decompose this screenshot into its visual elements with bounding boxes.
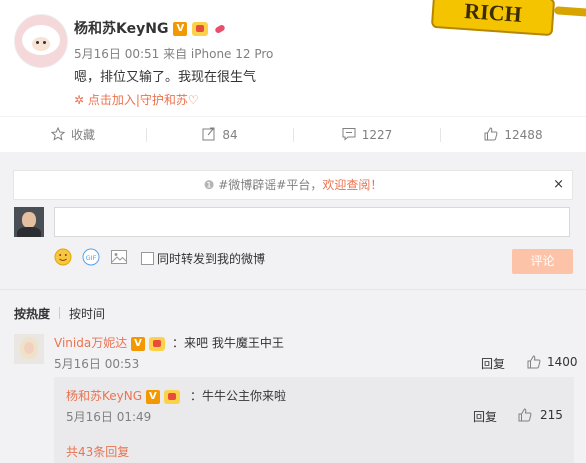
thumbs-up-icon[interactable] (518, 408, 532, 422)
sort-divider (59, 307, 60, 319)
author-name[interactable]: 杨和苏KeyNG (74, 21, 168, 37)
post-text: 嗯，排位又输了。我现在很生气 (74, 70, 257, 85)
commenter-avatar[interactable] (14, 334, 44, 364)
favorite-label: 收藏 (70, 128, 95, 142)
verified-badge-icon: V (145, 389, 160, 404)
like-button[interactable]: 12488 (441, 117, 586, 153)
post-action-bar: 收藏 84 1227 12488 (0, 116, 586, 153)
verified-badge-icon: V (173, 22, 188, 36)
thumbs-up-icon (484, 127, 498, 141)
candy-badge-icon[interactable] (213, 22, 227, 36)
sync-repost-label[interactable]: 同时转发到我的微博 (157, 250, 265, 267)
avatar-eye (43, 41, 46, 44)
my-avatar-face (22, 212, 36, 228)
close-icon[interactable]: × (553, 171, 564, 199)
sort-by-hot-tab[interactable]: 按热度 (14, 305, 50, 322)
commenter-avatar-face (24, 342, 34, 354)
sort-by-time-tab[interactable]: 按时间 (69, 305, 105, 322)
my-avatar-body (17, 227, 41, 237)
comment-input[interactable] (54, 207, 570, 237)
weibo-post: 杨和苏KeyNG V RICH 5月16日 00:51 来自 iPhone 12… (0, 0, 586, 116)
gif-icon[interactable]: GIF (82, 248, 100, 266)
rich-card-badge: RICH (430, 0, 556, 37)
author-avatar[interactable] (14, 14, 68, 68)
avatar-sheep-face (32, 37, 50, 51)
vip-crown-icon[interactable] (148, 336, 165, 351)
sub-comment-like-count: 215 (540, 408, 563, 422)
join-fan-group-link[interactable]: ✲ 点击加入|守护和苏♡ (74, 91, 199, 108)
sub-comment-text: ：牛牛公主你来啦 (190, 389, 287, 403)
sub-reply-button[interactable]: 回复 (473, 408, 497, 425)
view-more-replies-link[interactable]: 共43条回复 (66, 443, 129, 460)
verified-badge-icon: V (131, 336, 146, 351)
comment-button[interactable]: 1227 (294, 117, 440, 153)
comment-text: ：来吧 我牛魔王中王 (172, 336, 284, 350)
notice-hashtag[interactable]: #微博辟谣#平台， (218, 178, 322, 192)
star-icon (50, 127, 65, 141)
sub-commenter-name-row: 杨和苏KeyNG V (66, 387, 180, 404)
author-name-row: 杨和苏KeyNG V (74, 18, 227, 38)
favorite-button[interactable]: 收藏 (0, 117, 146, 153)
sub-comment-time: 5月16日 01:49 (66, 410, 152, 424)
notice-link[interactable]: 欢迎查阅！ (322, 178, 382, 192)
reply-button[interactable]: 回复 (481, 355, 505, 372)
commenter-name[interactable]: Vinida万妮达 (54, 336, 127, 350)
repost-icon (202, 127, 215, 141)
comment-icon (342, 128, 356, 141)
avatar-eye (36, 41, 39, 44)
image-icon[interactable] (110, 248, 128, 266)
svg-text:GIF: GIF (86, 254, 97, 262)
sync-repost-checkbox[interactable] (141, 252, 154, 265)
flower-icon: ✲ (74, 93, 85, 107)
vip-crown-icon[interactable] (163, 389, 180, 404)
vip-crown-icon[interactable] (192, 22, 209, 36)
post-time[interactable]: 5月16日 00:51 来自 iPhone 12 Pro (74, 45, 273, 62)
repost-button[interactable]: 84 (147, 117, 293, 153)
repost-count: 84 (222, 128, 238, 142)
thumbs-up-icon[interactable] (527, 355, 541, 369)
comment-time: 5月16日 00:53 (54, 357, 140, 371)
sub-commenter-name[interactable]: 杨和苏KeyNG (66, 389, 142, 403)
comment-count: 1227 (361, 128, 393, 142)
commenter-name-row: Vinida万妮达 V (54, 334, 165, 351)
submit-comment-button[interactable]: 评论 (512, 249, 573, 274)
info-icon: ❶ (203, 178, 215, 192)
rumor-notice-bar: ❶ #微博辟谣#平台，欢迎查阅！ × (13, 170, 573, 200)
like-count: 12488 (504, 128, 543, 142)
section-divider (0, 289, 586, 290)
emoji-icon[interactable] (54, 248, 72, 266)
my-avatar[interactable] (14, 207, 44, 237)
join-link-label: 点击加入|守护和苏♡ (87, 93, 199, 107)
comment-like-count: 1400 (547, 355, 578, 369)
